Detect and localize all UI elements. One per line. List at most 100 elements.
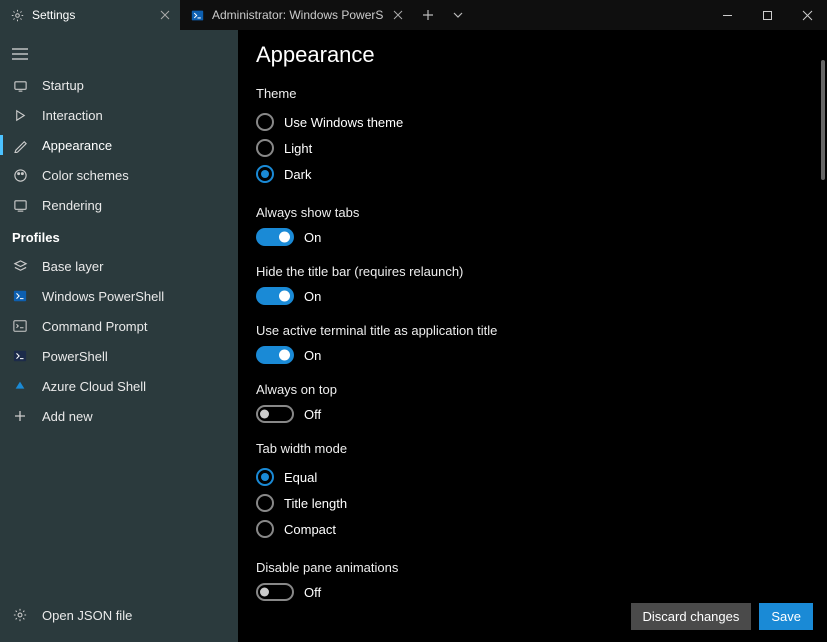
content: Appearance Theme Use Windows theme Light… xyxy=(238,30,827,642)
radio-use-windows-theme[interactable]: Use Windows theme xyxy=(256,109,809,135)
radio-icon xyxy=(256,520,274,538)
gear-icon xyxy=(10,8,24,22)
setting-theme: Theme Use Windows theme Light Dark xyxy=(256,86,809,187)
save-button[interactable]: Save xyxy=(759,603,813,630)
radio-icon xyxy=(256,113,274,131)
discard-button[interactable]: Discard changes xyxy=(631,603,752,630)
rendering-icon xyxy=(12,197,28,213)
sidebar-profile-command-prompt[interactable]: Command Prompt xyxy=(0,311,238,341)
toggle-disable-pane-animations[interactable] xyxy=(256,583,294,601)
radio-label: Compact xyxy=(284,522,336,537)
toggle-value: On xyxy=(304,348,321,363)
sidebar-item-label: Appearance xyxy=(42,138,112,153)
sidebar-item-label: Rendering xyxy=(42,198,102,213)
setting-label: Tab width mode xyxy=(256,441,809,456)
radio-label: Light xyxy=(284,141,312,156)
radio-label: Equal xyxy=(284,470,317,485)
sidebar-item-label: Base layer xyxy=(42,259,103,274)
cmd-icon xyxy=(12,318,28,334)
main: Startup Interaction Appearance Color sch… xyxy=(0,30,827,642)
tab-settings[interactable]: Settings xyxy=(0,0,180,30)
azure-icon xyxy=(12,378,28,394)
tab-label: Settings xyxy=(32,8,75,22)
close-window-button[interactable] xyxy=(787,0,827,30)
scrollbar[interactable] xyxy=(821,60,825,180)
interaction-icon xyxy=(12,107,28,123)
radio-icon xyxy=(256,468,274,486)
radio-dark[interactable]: Dark xyxy=(256,161,809,187)
sidebar-item-appearance[interactable]: Appearance xyxy=(0,130,238,160)
sidebar-item-label: Open JSON file xyxy=(42,608,132,623)
setting-use-active-title: Use active terminal title as application… xyxy=(256,323,809,364)
toggle-value: Off xyxy=(304,585,321,600)
button-bar: Discard changes Save xyxy=(631,603,813,630)
tab-dropdown-button[interactable] xyxy=(443,0,473,30)
setting-label: Always show tabs xyxy=(256,205,809,220)
setting-always-on-top: Always on top Off xyxy=(256,382,809,423)
sidebar-profile-base-layer[interactable]: Base layer xyxy=(0,251,238,281)
close-icon[interactable] xyxy=(158,8,172,22)
sidebar-item-label: Azure Cloud Shell xyxy=(42,379,146,394)
sidebar-item-interaction[interactable]: Interaction xyxy=(0,100,238,130)
setting-label: Always on top xyxy=(256,382,809,397)
sidebar-item-label: Interaction xyxy=(42,108,103,123)
radio-label: Dark xyxy=(284,167,311,182)
hamburger-button[interactable] xyxy=(0,38,40,70)
window-controls xyxy=(707,0,827,30)
setting-always-show-tabs: Always show tabs On xyxy=(256,205,809,246)
sidebar-profile-azure-cloud-shell[interactable]: Azure Cloud Shell xyxy=(0,371,238,401)
toggle-always-show-tabs[interactable] xyxy=(256,228,294,246)
radio-icon xyxy=(256,494,274,512)
toggle-value: On xyxy=(304,289,321,304)
setting-tab-width-mode: Tab width mode Equal Title length Compac… xyxy=(256,441,809,542)
radio-light[interactable]: Light xyxy=(256,135,809,161)
toggle-hide-title-bar[interactable] xyxy=(256,287,294,305)
layers-icon xyxy=(12,258,28,274)
radio-label: Use Windows theme xyxy=(284,115,403,130)
sidebar-profile-powershell[interactable]: PowerShell xyxy=(0,341,238,371)
radio-icon xyxy=(256,139,274,157)
sidebar-open-json[interactable]: Open JSON file xyxy=(0,600,238,630)
gear-icon xyxy=(12,607,28,623)
sidebar-item-label: Command Prompt xyxy=(42,319,147,334)
sidebar-item-label: Startup xyxy=(42,78,84,93)
radio-compact[interactable]: Compact xyxy=(256,516,809,542)
radio-label: Title length xyxy=(284,496,347,511)
startup-icon xyxy=(12,77,28,93)
sidebar-item-label: PowerShell xyxy=(42,349,108,364)
sidebar-item-color-schemes[interactable]: Color schemes xyxy=(0,160,238,190)
setting-hide-title-bar: Hide the title bar (requires relaunch) O… xyxy=(256,264,809,305)
setting-label: Theme xyxy=(256,86,809,101)
titlebar: Settings Administrator: Windows PowerS xyxy=(0,0,827,30)
appearance-icon xyxy=(12,137,28,153)
page-title: Appearance xyxy=(256,42,809,68)
tab-powershell[interactable]: Administrator: Windows PowerS xyxy=(180,0,413,30)
powershell-icon xyxy=(12,348,28,364)
toggle-always-on-top[interactable] xyxy=(256,405,294,423)
maximize-button[interactable] xyxy=(747,0,787,30)
sidebar-item-rendering[interactable]: Rendering xyxy=(0,190,238,220)
palette-icon xyxy=(12,167,28,183)
radio-icon xyxy=(256,165,274,183)
plus-icon xyxy=(12,408,28,424)
toggle-value: On xyxy=(304,230,321,245)
setting-label: Hide the title bar (requires relaunch) xyxy=(256,264,809,279)
radio-equal[interactable]: Equal xyxy=(256,464,809,490)
powershell-icon xyxy=(190,8,204,22)
close-icon[interactable] xyxy=(391,8,405,22)
new-tab-button[interactable] xyxy=(413,0,443,30)
toggle-value: Off xyxy=(304,407,321,422)
sidebar-item-label: Add new xyxy=(42,409,93,424)
sidebar-item-label: Color schemes xyxy=(42,168,129,183)
setting-disable-pane-animations: Disable pane animations Off xyxy=(256,560,809,601)
powershell-icon xyxy=(12,288,28,304)
sidebar-item-startup[interactable]: Startup xyxy=(0,70,238,100)
minimize-button[interactable] xyxy=(707,0,747,30)
tab-label: Administrator: Windows PowerS xyxy=(212,8,383,22)
sidebar: Startup Interaction Appearance Color sch… xyxy=(0,30,238,642)
sidebar-profile-add-new[interactable]: Add new xyxy=(0,401,238,431)
radio-title-length[interactable]: Title length xyxy=(256,490,809,516)
sidebar-profile-windows-powershell[interactable]: Windows PowerShell xyxy=(0,281,238,311)
toggle-use-active-title[interactable] xyxy=(256,346,294,364)
sidebar-item-label: Windows PowerShell xyxy=(42,289,164,304)
